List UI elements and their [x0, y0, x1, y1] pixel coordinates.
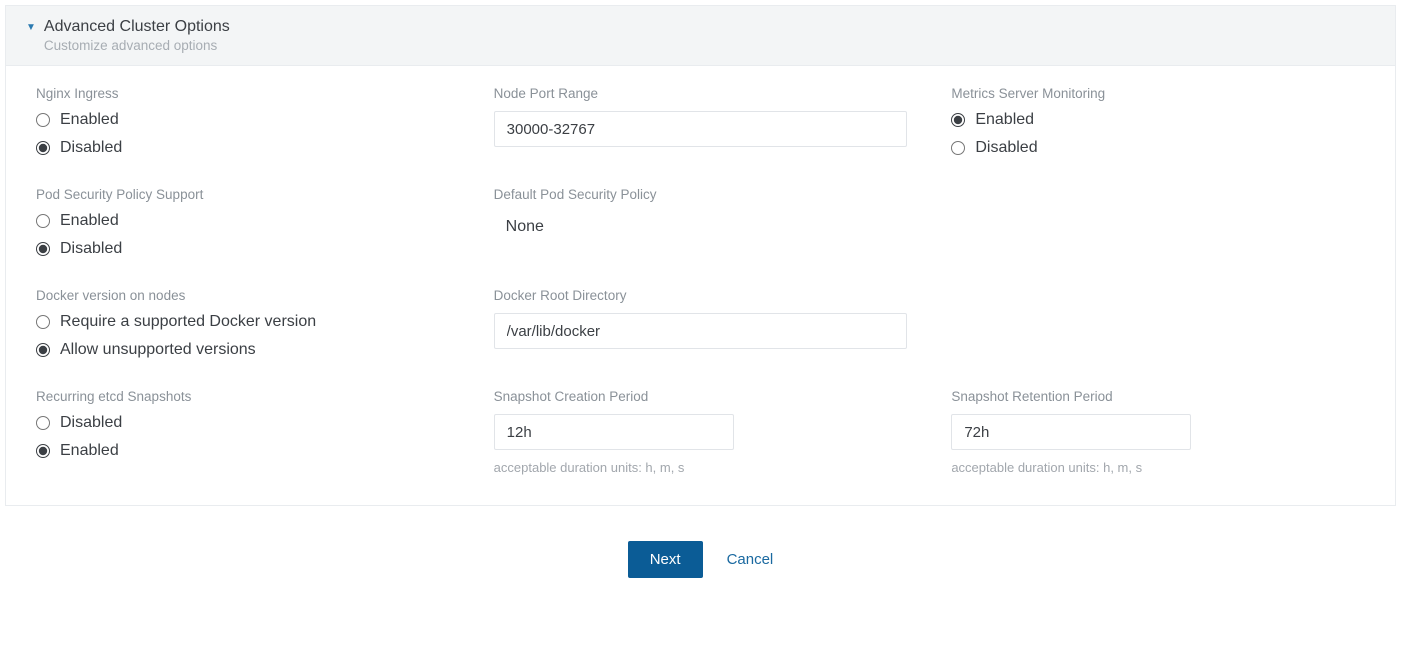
advanced-cluster-panel: ▼ Advanced Cluster Options Customize adv…: [5, 5, 1396, 506]
etcd-disabled-label[interactable]: Disabled: [60, 414, 122, 432]
docker-version-label: Docker version on nodes: [36, 288, 450, 303]
snapshot-retention-label: Snapshot Retention Period: [951, 389, 1365, 404]
node-port-range-group: Node Port Range: [484, 86, 918, 157]
default-psp-label: Default Pod Security Policy: [494, 187, 908, 202]
etcd-snapshots-label: Recurring etcd Snapshots: [36, 389, 450, 404]
nginx-enabled-radio[interactable]: [36, 113, 50, 127]
docker-version-group: Docker version on nodes Require a suppor…: [26, 288, 460, 359]
panel-subtitle: Customize advanced options: [44, 38, 230, 53]
node-port-range-label: Node Port Range: [494, 86, 908, 101]
etcd-snapshots-group: Recurring etcd Snapshots Disabled Enable…: [26, 389, 460, 475]
panel-header: ▼ Advanced Cluster Options Customize adv…: [6, 6, 1395, 66]
nginx-enabled-label[interactable]: Enabled: [60, 111, 119, 129]
metrics-enabled-label[interactable]: Enabled: [975, 111, 1034, 129]
default-psp-value: None: [494, 212, 908, 242]
snapshot-creation-label: Snapshot Creation Period: [494, 389, 908, 404]
psp-support-label: Pod Security Policy Support: [36, 187, 450, 202]
nginx-ingress-label: Nginx Ingress: [36, 86, 450, 101]
etcd-disabled-radio[interactable]: [36, 416, 50, 430]
docker-require-label[interactable]: Require a supported Docker version: [60, 313, 316, 331]
cancel-link[interactable]: Cancel: [727, 551, 774, 568]
etcd-enabled-radio[interactable]: [36, 444, 50, 458]
docker-allow-radio[interactable]: [36, 343, 50, 357]
next-button[interactable]: Next: [628, 541, 703, 578]
docker-root-input[interactable]: [494, 313, 908, 349]
docker-require-radio[interactable]: [36, 315, 50, 329]
metrics-server-group: Metrics Server Monitoring Enabled Disabl…: [941, 86, 1375, 157]
psp-disabled-radio[interactable]: [36, 242, 50, 256]
metrics-enabled-radio[interactable]: [951, 113, 965, 127]
snapshot-creation-input[interactable]: [494, 414, 734, 450]
psp-enabled-radio[interactable]: [36, 214, 50, 228]
node-port-range-input[interactable]: [494, 111, 908, 147]
etcd-enabled-label[interactable]: Enabled: [60, 442, 119, 460]
psp-support-group: Pod Security Policy Support Enabled Disa…: [26, 187, 460, 258]
docker-root-label: Docker Root Directory: [494, 288, 908, 303]
psp-enabled-label[interactable]: Enabled: [60, 212, 119, 230]
default-psp-group: Default Pod Security Policy None: [484, 187, 918, 258]
snapshot-creation-group: Snapshot Creation Period acceptable dura…: [484, 389, 918, 475]
metrics-disabled-radio[interactable]: [951, 141, 965, 155]
panel-title: Advanced Cluster Options: [44, 18, 230, 36]
docker-allow-label[interactable]: Allow unsupported versions: [60, 341, 256, 359]
snapshot-retention-group: Snapshot Retention Period acceptable dur…: [941, 389, 1375, 475]
snapshot-creation-help: acceptable duration units: h, m, s: [494, 460, 908, 475]
footer-actions: Next Cancel: [0, 511, 1401, 578]
panel-body: Nginx Ingress Enabled Disabled Node Port…: [6, 66, 1395, 505]
metrics-disabled-label[interactable]: Disabled: [975, 139, 1037, 157]
docker-root-group: Docker Root Directory: [484, 288, 918, 359]
metrics-server-label: Metrics Server Monitoring: [951, 86, 1365, 101]
nginx-disabled-label[interactable]: Disabled: [60, 139, 122, 157]
psp-disabled-label[interactable]: Disabled: [60, 240, 122, 258]
snapshot-retention-help: acceptable duration units: h, m, s: [951, 460, 1365, 475]
nginx-ingress-group: Nginx Ingress Enabled Disabled: [26, 86, 460, 157]
snapshot-retention-input[interactable]: [951, 414, 1191, 450]
nginx-disabled-radio[interactable]: [36, 141, 50, 155]
collapse-caret-icon[interactable]: ▼: [26, 22, 36, 33]
